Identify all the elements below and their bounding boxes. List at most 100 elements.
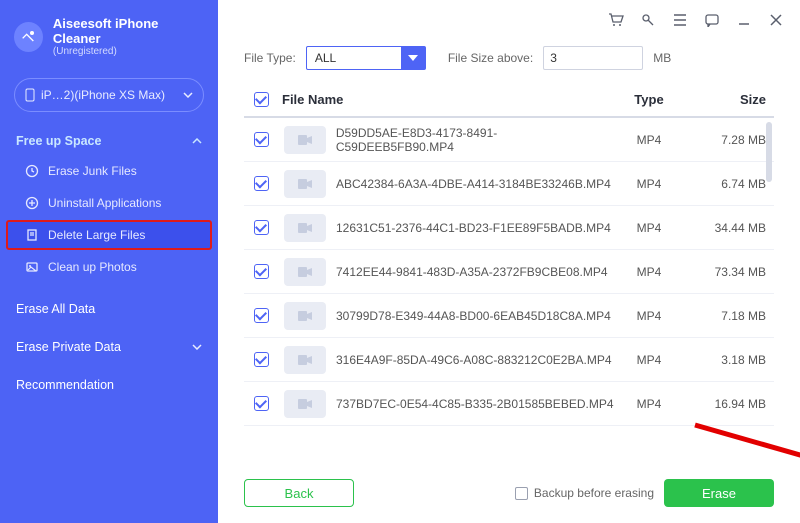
feedback-icon[interactable] — [704, 12, 720, 28]
file-name: ABC42384-6A3A-4DBE-A414-3184BE33246B.MP4 — [336, 177, 611, 191]
nav-erase-private-data[interactable]: Erase Private Data — [0, 328, 218, 366]
sidebar-item-uninstall-applications[interactable]: Uninstall Applications — [8, 188, 210, 218]
file-size-input[interactable] — [543, 46, 643, 70]
file-name: D59DD5AE-E8D3-4173-8491-C59DEEB5FB90.MP4 — [336, 126, 614, 154]
sidebar-item-delete-large-files[interactable]: Delete Large Files — [6, 220, 212, 250]
file-type: MP4 — [614, 353, 684, 367]
file-size-label: File Size above: — [448, 51, 533, 65]
sidebar-item-label: Delete Large Files — [48, 228, 145, 242]
row-name-cell: 12631C51-2376-44C1-BD23-F1EE89F5BADB.MP4 — [278, 214, 614, 242]
nav-erase-all-data[interactable]: Erase All Data — [0, 290, 218, 328]
title-bar — [218, 0, 800, 40]
filter-bar: File Type: ALL File Size above: MB — [218, 40, 800, 82]
file-table: File Name Type Size D59DD5AE-E8D3-4173-8… — [218, 82, 800, 463]
device-name: iP…2)(iPhone XS Max) — [41, 88, 177, 102]
minimize-icon[interactable] — [736, 12, 752, 28]
row-checkbox[interactable] — [244, 176, 278, 191]
row-checkbox[interactable] — [244, 308, 278, 323]
nav-recommendation[interactable]: Recommendation — [0, 366, 218, 404]
file-size: 6.74 MB — [684, 177, 774, 191]
nav-label: Erase All Data — [16, 302, 95, 316]
app-subtitle: (Unregistered) — [53, 46, 204, 58]
chevron-down-icon — [192, 344, 202, 350]
file-type: MP4 — [614, 265, 684, 279]
table-body: D59DD5AE-E8D3-4173-8491-C59DEEB5FB90.MP4… — [244, 118, 774, 463]
chevron-up-icon — [192, 138, 202, 144]
video-thumbnail-icon — [284, 126, 326, 154]
file-type: MP4 — [614, 133, 684, 147]
section-label: Free up Space — [16, 134, 101, 148]
table-row[interactable]: 7412EE44-9841-483D-A35A-2372FB9CBE08.MP4… — [244, 250, 774, 294]
file-type-value: ALL — [315, 51, 336, 65]
row-checkbox[interactable] — [244, 220, 278, 235]
file-size: 73.34 MB — [684, 265, 774, 279]
file-size-unit: MB — [653, 51, 671, 65]
table-row[interactable]: 737BD7EC-0E54-4C85-B335-2B01585BEBED.MP4… — [244, 382, 774, 426]
menu-icon[interactable] — [672, 12, 688, 28]
col-header-name[interactable]: File Name — [278, 92, 614, 107]
cart-icon[interactable] — [608, 12, 624, 28]
table-row[interactable]: 316E4A9F-85DA-49C6-A08C-883212C0E2BA.MP4… — [244, 338, 774, 382]
section-free-up-space[interactable]: Free up Space — [0, 124, 218, 152]
select-all-checkbox[interactable] — [244, 92, 278, 107]
erase-button-label: Erase — [702, 486, 736, 501]
back-button[interactable]: Back — [244, 479, 354, 507]
sidebar-item-clean-up-photos[interactable]: Clean up Photos — [8, 252, 210, 282]
table-row[interactable]: D59DD5AE-E8D3-4173-8491-C59DEEB5FB90.MP4… — [244, 118, 774, 162]
row-checkbox[interactable] — [244, 264, 278, 279]
dropdown-arrow-icon — [401, 47, 425, 69]
sidebar-item-icon — [24, 196, 40, 210]
table-header: File Name Type Size — [244, 82, 774, 118]
brand-block: Aiseesoft iPhone Cleaner (Unregistered) — [0, 0, 218, 72]
app-logo-icon — [14, 22, 43, 52]
sidebar-item-label: Clean up Photos — [48, 260, 137, 274]
table-row[interactable]: 12631C51-2376-44C1-BD23-F1EE89F5BADB.MP4… — [244, 206, 774, 250]
file-size: 3.18 MB — [684, 353, 774, 367]
file-type-select[interactable]: ALL — [306, 46, 426, 70]
file-name: 7412EE44-9841-483D-A35A-2372FB9CBE08.MP4 — [336, 265, 608, 279]
sidebar: Aiseesoft iPhone Cleaner (Unregistered) … — [0, 0, 218, 523]
key-icon[interactable] — [640, 12, 656, 28]
row-name-cell: ABC42384-6A3A-4DBE-A414-3184BE33246B.MP4 — [278, 170, 614, 198]
sidebar-item-erase-junk-files[interactable]: Erase Junk Files — [8, 156, 210, 186]
app-title: Aiseesoft iPhone Cleaner — [53, 16, 204, 46]
main-panel: File Type: ALL File Size above: MB File … — [218, 0, 800, 523]
file-size: 7.28 MB — [684, 133, 774, 147]
video-thumbnail-icon — [284, 214, 326, 242]
video-thumbnail-icon — [284, 346, 326, 374]
checkbox-icon — [515, 487, 528, 500]
table-row[interactable]: 30799D78-E349-44A8-BD00-6EAB45D18C8A.MP4… — [244, 294, 774, 338]
sidebar-item-label: Uninstall Applications — [48, 196, 161, 210]
chevron-down-icon — [183, 92, 193, 98]
sidebar-item-label: Erase Junk Files — [48, 164, 137, 178]
table-row[interactable]: ABC42384-6A3A-4DBE-A414-3184BE33246B.MP4… — [244, 162, 774, 206]
sidebar-item-icon — [24, 164, 40, 178]
footer-bar: Back Backup before erasing Erase — [218, 463, 800, 523]
row-name-cell: 316E4A9F-85DA-49C6-A08C-883212C0E2BA.MP4 — [278, 346, 614, 374]
app-root: Aiseesoft iPhone Cleaner (Unregistered) … — [0, 0, 800, 523]
video-thumbnail-icon — [284, 390, 326, 418]
row-name-cell: 30799D78-E349-44A8-BD00-6EAB45D18C8A.MP4 — [278, 302, 614, 330]
device-selector[interactable]: iP…2)(iPhone XS Max) — [14, 78, 204, 112]
phone-icon — [25, 88, 35, 102]
nav-label: Recommendation — [16, 378, 114, 392]
col-header-type[interactable]: Type — [614, 92, 684, 107]
file-name: 316E4A9F-85DA-49C6-A08C-883212C0E2BA.MP4 — [336, 353, 612, 367]
file-name: 737BD7EC-0E54-4C85-B335-2B01585BEBED.MP4 — [336, 397, 614, 411]
close-icon[interactable] — [768, 12, 784, 28]
free-up-space-items: Erase Junk Files Uninstall Applications De… — [0, 152, 218, 290]
row-checkbox[interactable] — [244, 352, 278, 367]
file-type: MP4 — [614, 221, 684, 235]
video-thumbnail-icon — [284, 302, 326, 330]
row-name-cell: 737BD7EC-0E54-4C85-B335-2B01585BEBED.MP4 — [278, 390, 614, 418]
file-size: 7.18 MB — [684, 309, 774, 323]
col-header-size[interactable]: Size — [684, 92, 774, 107]
erase-button[interactable]: Erase — [664, 479, 774, 507]
back-button-label: Back — [285, 486, 314, 501]
scrollbar[interactable] — [766, 122, 772, 182]
file-type: MP4 — [614, 397, 684, 411]
row-checkbox[interactable] — [244, 396, 278, 411]
row-checkbox[interactable] — [244, 132, 278, 147]
file-name: 30799D78-E349-44A8-BD00-6EAB45D18C8A.MP4 — [336, 309, 611, 323]
backup-checkbox[interactable]: Backup before erasing — [515, 486, 654, 500]
